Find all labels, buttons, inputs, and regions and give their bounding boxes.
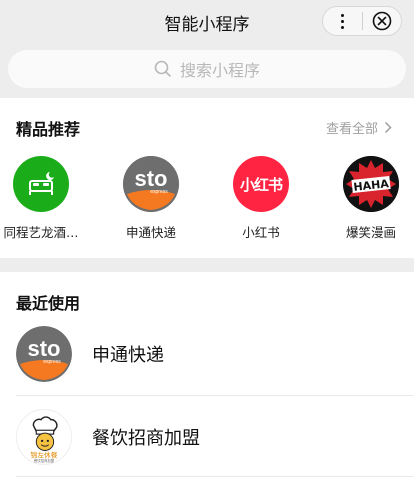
svg-text:express: express xyxy=(43,359,61,365)
chevron-right-icon xyxy=(384,121,392,134)
app-name: 小红书 xyxy=(242,225,280,240)
recent-item-label: 申通快递 xyxy=(92,345,164,366)
search-placeholder: 搜索小程序 xyxy=(179,61,260,80)
svg-text:锦左休餐: 锦左休餐 xyxy=(30,450,57,459)
xiaohongshu-logo: 小红书 xyxy=(233,156,289,212)
app-name: 申通快递 xyxy=(125,225,176,240)
more-button[interactable] xyxy=(323,7,362,35)
recent-title: 最近使用 xyxy=(16,294,81,313)
featured-app-list: 同程艺龙酒… sto express 申通快递 小红书 小红书 HAHA 爆笑漫… xyxy=(0,156,414,246)
app-name: 爆笑漫画 xyxy=(345,225,396,240)
recent-section: 最近使用 sto express 申通快递 锦左休餐 餐饮招商加盟 餐饮招商加盟 xyxy=(0,272,414,477)
search-bar[interactable]: 搜索小程序 xyxy=(8,50,406,88)
haha-comic-logo: HAHA xyxy=(343,156,399,212)
see-all-label: 查看全部 xyxy=(325,122,378,137)
svg-text:餐饮招商加盟: 餐饮招商加盟 xyxy=(34,458,55,463)
app-tongcheng[interactable]: 同程艺龙酒… xyxy=(0,156,86,241)
svg-text:express: express xyxy=(150,189,168,195)
more-dots-icon xyxy=(340,13,344,29)
recent-item-sto[interactable]: sto express 申通快递 xyxy=(0,313,414,395)
svg-text:sto: sto xyxy=(28,336,61,361)
sto-express-logo: sto express xyxy=(123,156,179,212)
title-bar: 智能小程序 xyxy=(0,0,414,44)
chef-logo: 锦左休餐 餐饮招商加盟 xyxy=(16,409,72,465)
see-all-link[interactable]: 查看全部 xyxy=(326,118,392,137)
close-circle-icon xyxy=(372,11,392,31)
recent-item-catering[interactable]: 锦左休餐 餐饮招商加盟 餐饮招商加盟 xyxy=(0,396,414,477)
recent-item-label: 餐饮招商加盟 xyxy=(92,428,200,449)
app-haha-comic[interactable]: HAHA 爆笑漫画 xyxy=(326,156,414,241)
close-button[interactable] xyxy=(363,7,402,35)
featured-section: 精品推荐 查看全部 同程艺龙酒… sto express 申通快递 小红书 小红… xyxy=(0,98,414,258)
app-xiaohongshu[interactable]: 小红书 小红书 xyxy=(216,156,306,241)
app-name: 同程艺龙酒… xyxy=(3,225,79,240)
search-icon xyxy=(154,60,171,77)
app-sto-express[interactable]: sto express 申通快递 xyxy=(106,156,196,241)
sto-express-logo: sto express xyxy=(16,326,72,382)
svg-text:sto: sto xyxy=(135,166,168,191)
hotel-bed-icon xyxy=(13,156,69,212)
featured-title: 精品推荐 xyxy=(16,120,81,139)
capsule-menu xyxy=(322,6,402,36)
